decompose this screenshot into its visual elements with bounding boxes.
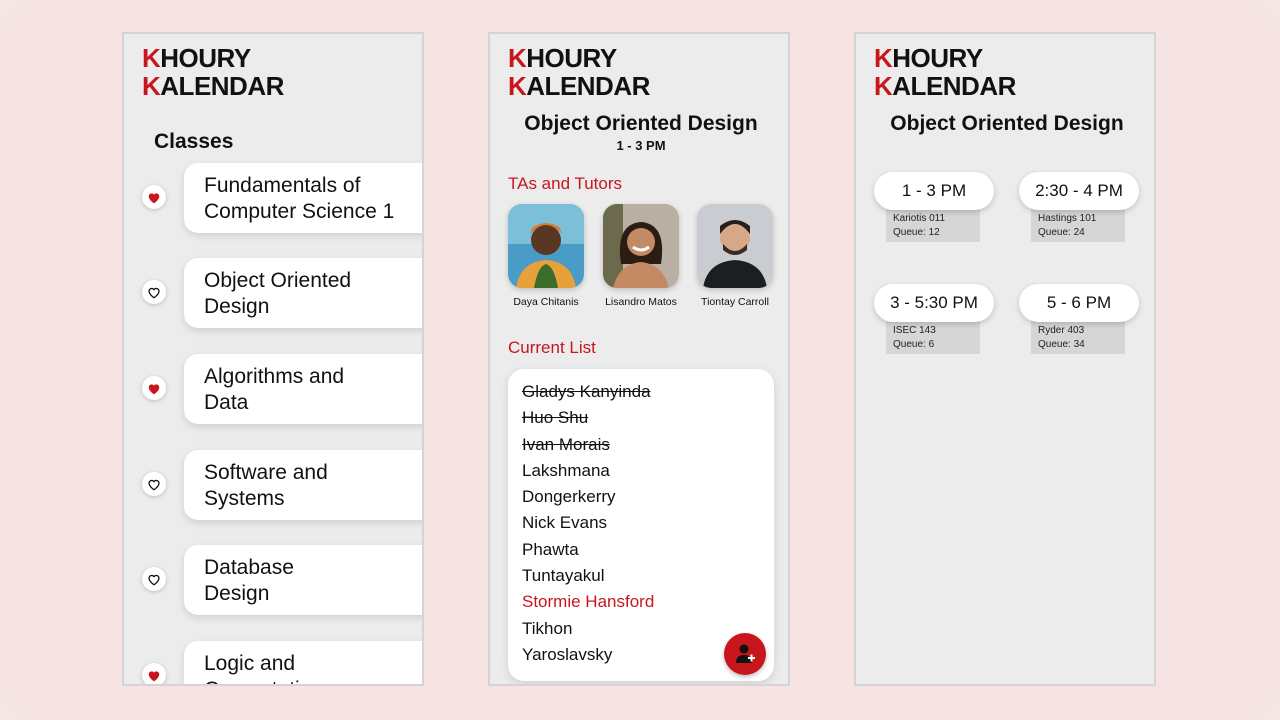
- heart-outline-icon: [148, 574, 160, 586]
- ta-photo: [508, 204, 584, 288]
- class-card[interactable]: Logic and Computation: [184, 641, 422, 684]
- app-logo: KHOURY KALENDAR: [142, 43, 284, 101]
- queue-list: Gladys Kanyinda Huo Shu Ivan Morais Laks…: [508, 369, 774, 681]
- canvas: KHOURY KALENDAR Classes Fundamentals of …: [0, 0, 1280, 720]
- class-card[interactable]: Database Design: [184, 545, 422, 615]
- slot-location: Hastings 101: [1038, 213, 1097, 224]
- course-title: Object Oriented Design: [890, 112, 1124, 135]
- person-photo-icon: [603, 204, 679, 288]
- office-hour-slot[interactable]: 1 - 3 PM Kariotis 011 Queue: 12: [874, 172, 996, 242]
- favorite-toggle[interactable]: [142, 663, 166, 684]
- join-queue-button[interactable]: [724, 633, 766, 675]
- queue-entry: Dongerkerry: [522, 487, 616, 507]
- slot-location: Kariotis 011: [893, 213, 946, 224]
- class-item[interactable]: Database Design: [124, 545, 422, 615]
- slot-queue: Queue: 6: [893, 339, 935, 350]
- class-card[interactable]: Software and Systems: [184, 450, 422, 520]
- favorite-toggle[interactable]: [142, 567, 166, 591]
- queue-entry: Nick Evans: [522, 513, 608, 533]
- slot-location: Ryder 403: [1038, 325, 1085, 336]
- favorite-toggle[interactable]: [142, 376, 166, 400]
- slot-time-button[interactable]: 1 - 3 PM: [874, 172, 994, 210]
- classes-screen: KHOURY KALENDAR Classes Fundamentals of …: [122, 32, 424, 686]
- ta-profile[interactable]: Tiontay Carroll: [690, 204, 780, 308]
- ta-photo: [697, 204, 773, 288]
- favorite-toggle[interactable]: [142, 280, 166, 304]
- slot-info: Hastings 101 Queue: 24: [1031, 208, 1125, 242]
- ta-name: Daya Chitanis: [513, 296, 579, 308]
- queue-entry-current: Stormie Hansford: [522, 592, 655, 612]
- course-time: 1 - 3 PM: [616, 138, 666, 153]
- class-item[interactable]: Object Oriented Design: [124, 258, 422, 328]
- app-logo: KHOURY KALENDAR: [508, 43, 650, 101]
- queue-entry: Tuntayakul: [522, 566, 605, 586]
- queue-entry: Phawta: [522, 539, 579, 559]
- heart-outline-icon: [148, 479, 160, 491]
- classes-heading: Classes: [154, 130, 234, 153]
- class-card[interactable]: Algorithms and Data: [184, 354, 422, 424]
- ta-profile[interactable]: Lisandro Matos: [596, 204, 686, 308]
- queue-entry: Huo Shu: [522, 408, 589, 428]
- slot-queue: Queue: 24: [1038, 227, 1085, 238]
- heart-outline-icon: [148, 287, 160, 299]
- tas-heading: TAs and Tutors: [508, 174, 623, 193]
- slot-info: Kariotis 011 Queue: 12: [886, 208, 980, 242]
- class-item[interactable]: Logic and Computation: [124, 641, 422, 684]
- queue-entry: Gladys Kanyinda: [522, 382, 651, 401]
- office-hour-slot[interactable]: 5 - 6 PM Ryder 403 Queue: 34: [1019, 284, 1141, 354]
- app-logo: KHOURY KALENDAR: [874, 43, 1016, 101]
- class-card[interactable]: Fundamentals of Computer Science 1: [184, 163, 422, 233]
- slot-location: ISEC 143: [893, 325, 936, 336]
- slot-time-button[interactable]: 2:30 - 4 PM: [1019, 172, 1139, 210]
- person-photo-icon: [697, 204, 773, 288]
- ta-photo: [603, 204, 679, 288]
- slot-time-button[interactable]: 3 - 5:30 PM: [874, 284, 994, 322]
- ta-name: Lisandro Matos: [605, 296, 677, 308]
- add-person-icon: [736, 644, 755, 663]
- person-photo-icon: [508, 204, 584, 288]
- favorite-toggle[interactable]: [142, 472, 166, 496]
- slot-queue: Queue: 12: [893, 227, 940, 238]
- class-item[interactable]: Software and Systems: [124, 450, 422, 520]
- course-queue-screen: KHOURY KALENDAR Object Oriented Design 1…: [488, 32, 790, 686]
- current-list-heading: Current List: [508, 338, 596, 357]
- slot-time-button[interactable]: 5 - 6 PM: [1019, 284, 1139, 322]
- class-card[interactable]: Object Oriented Design: [184, 258, 422, 328]
- favorite-toggle[interactable]: [142, 185, 166, 209]
- heart-filled-icon: [148, 192, 160, 203]
- ta-name: Tiontay Carroll: [701, 296, 769, 308]
- office-hour-slot[interactable]: 3 - 5:30 PM ISEC 143 Queue: 6: [874, 284, 996, 354]
- ta-profile[interactable]: Daya Chitanis: [501, 204, 591, 308]
- slot-info: Ryder 403 Queue: 34: [1031, 320, 1125, 354]
- heart-filled-icon: [148, 383, 160, 394]
- heart-filled-icon: [148, 670, 160, 681]
- queue-entry: Ivan Morais: [522, 434, 610, 454]
- course-title: Object Oriented Design: [524, 112, 758, 135]
- office-hours-screen: KHOURY KALENDAR Object Oriented Design 1…: [854, 32, 1156, 686]
- slot-queue: Queue: 34: [1038, 339, 1085, 350]
- slot-info: ISEC 143 Queue: 6: [886, 320, 980, 354]
- queue-entry: Lakshmana: [522, 460, 610, 480]
- class-item[interactable]: Algorithms and Data: [124, 354, 422, 424]
- office-hour-slot[interactable]: 2:30 - 4 PM Hastings 101 Queue: 24: [1019, 172, 1141, 242]
- class-item[interactable]: Fundamentals of Computer Science 1: [124, 163, 422, 233]
